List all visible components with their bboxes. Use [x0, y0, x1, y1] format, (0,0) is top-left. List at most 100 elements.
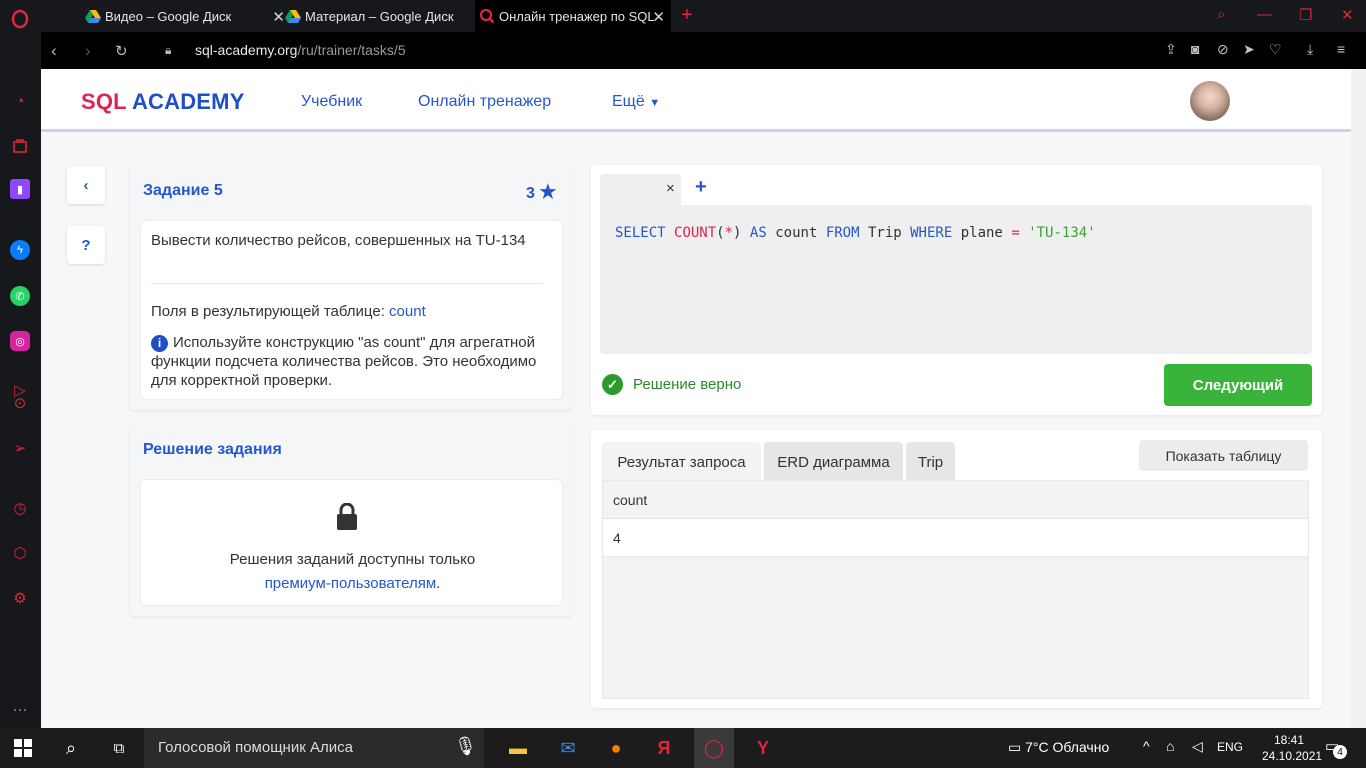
- clock[interactable]: 18:41 24.10.2021: [1262, 732, 1322, 764]
- whatsapp-icon[interactable]: ✆: [10, 286, 30, 306]
- speedometer-icon[interactable]: ◔: [9, 90, 31, 112]
- solution-card: Решение задания Решения заданий доступны…: [130, 425, 573, 616]
- send-page-icon[interactable]: ➤: [1243, 41, 1255, 58]
- task-hint: i Используйте конструкцию "as count" для …: [151, 333, 556, 390]
- weather-text: 7°C Облачно: [1025, 739, 1110, 755]
- premium-link[interactable]: премиум-пользователям: [265, 575, 436, 592]
- close-window-icon[interactable]: ✕: [1341, 6, 1354, 24]
- menu-icon[interactable]: ≡: [1337, 41, 1345, 57]
- tab-title: Онлайн тренажер по SQL: [499, 8, 655, 24]
- avatar[interactable]: [1190, 81, 1230, 121]
- reload-icon[interactable]: ↻: [115, 42, 128, 60]
- forward-icon[interactable]: ›: [85, 41, 91, 61]
- caret-down-icon: ▼: [649, 97, 661, 109]
- minimize-icon[interactable]: —: [1257, 6, 1272, 23]
- column-header: count: [613, 492, 648, 508]
- opera-taskbar-icon[interactable]: ◯: [694, 728, 734, 768]
- sql-editor[interactable]: SELECT COUNT(*) AS count FROM Trip WHERE…: [600, 205, 1312, 354]
- new-tab-button[interactable]: +: [681, 4, 693, 27]
- alice-search-box[interactable]: Голосовой помощник Алиса 🎙︎: [144, 728, 484, 768]
- code-token: Trip: [867, 225, 902, 241]
- stars-value: 3: [526, 185, 535, 202]
- mail-icon[interactable]: ✉: [555, 736, 581, 760]
- sql-code: SELECT COUNT(*) AS count FROM Trip WHERE…: [615, 225, 1096, 241]
- code-token: plane: [960, 225, 1003, 241]
- lock-icon: 🔒︎: [165, 43, 172, 57]
- instagram-icon[interactable]: ◎: [10, 331, 30, 351]
- tab-erd[interactable]: ERD диаграмма: [764, 442, 903, 482]
- web-page: SQL ACADEMY Учебник Онлайн тренажер Ещё …: [41, 69, 1351, 728]
- opera-menu-icon[interactable]: [9, 8, 31, 30]
- bag-icon[interactable]: [9, 134, 31, 156]
- task-description: Вывести количество рейсов, совершенных н…: [151, 232, 526, 249]
- url-path: /ru/trainer/tasks/5: [297, 42, 406, 58]
- adblock-icon[interactable]: ⊘: [1217, 41, 1229, 58]
- next-button[interactable]: Следующий: [1164, 364, 1312, 406]
- url-field[interactable]: sql-academy.org/ru/trainer/tasks/5: [195, 42, 406, 58]
- cube-icon[interactable]: ⬡: [9, 542, 31, 564]
- close-tab-icon[interactable]: ×: [666, 180, 675, 197]
- settings-icon[interactable]: ⚙: [9, 587, 31, 609]
- weather[interactable]: ▭ 7°C Облачно: [1008, 739, 1109, 756]
- language-indicator[interactable]: ENG: [1217, 740, 1243, 754]
- windows-start-icon[interactable]: [10, 736, 36, 760]
- more-icon[interactable]: ···: [9, 698, 31, 720]
- microphone-icon[interactable]: 🎙︎: [454, 736, 477, 757]
- tab-trip[interactable]: Trip: [906, 442, 955, 482]
- search-icon[interactable]: ⌕: [58, 736, 84, 760]
- volume-icon[interactable]: ◁: [1192, 738, 1203, 755]
- nav-more[interactable]: Ещё ▼: [612, 93, 660, 111]
- tab-query-result[interactable]: Результат запроса: [602, 442, 761, 482]
- notifications-icon[interactable]: ▭ 4: [1325, 737, 1347, 759]
- url-host: sql-academy.org: [195, 42, 298, 58]
- download-icon[interactable]: ⤓: [1307, 41, 1313, 58]
- tab-sql-trainer[interactable]: Онлайн тренажер по SQL ✕: [475, 0, 671, 32]
- tab-material-drive[interactable]: Материал – Google Диск ✕: [281, 0, 487, 32]
- stars-count: 3 ★: [526, 181, 556, 204]
- table-header: count: [603, 481, 1308, 519]
- tab-title: Материал – Google Диск: [305, 8, 454, 24]
- tab-video-drive[interactable]: Видео – Google Диск ✕: [81, 0, 285, 32]
- history-icon[interactable]: ◷: [9, 497, 31, 519]
- close-icon[interactable]: ✕: [652, 8, 665, 26]
- task-view-icon[interactable]: ⧉: [106, 736, 132, 760]
- file-explorer-icon[interactable]: ▬: [505, 736, 531, 760]
- code-token: COUNT: [674, 225, 717, 241]
- code-token: (: [716, 225, 725, 241]
- share-icon[interactable]: ⇪: [1165, 41, 1177, 58]
- status-text: Решение верно: [633, 376, 742, 393]
- yandex-browser-icon[interactable]: Я: [651, 736, 677, 760]
- opera-sidebar: ◔ ▮ ϟ ✆ ◎ ▷ ⊙ ➢ ◷ ⬡ ⚙ ···: [0, 0, 41, 728]
- add-tab-button[interactable]: +: [695, 176, 707, 199]
- twitch-icon[interactable]: ▮: [10, 179, 30, 199]
- solution-locked-box: Решения заданий доступны только премиум-…: [140, 479, 563, 606]
- tab-bar: Видео – Google Диск ✕ Материал – Google …: [41, 0, 1366, 32]
- table-cell: 4: [613, 530, 621, 546]
- result-fields: Поля в результирующей таблице: count: [151, 302, 426, 321]
- back-button[interactable]: ‹: [67, 166, 105, 204]
- nav-trainer[interactable]: Онлайн тренажер: [418, 93, 551, 111]
- yandex-icon[interactable]: Y: [750, 736, 776, 760]
- help-button[interactable]: ?: [67, 226, 105, 264]
- search-favicon-icon: [479, 8, 495, 24]
- heart-icon[interactable]: ♡: [1269, 41, 1282, 58]
- tab-title: Видео – Google Диск: [105, 8, 232, 24]
- logo-sql: SQL: [81, 89, 127, 114]
- messenger-icon[interactable]: ϟ: [10, 240, 30, 260]
- show-table-button[interactable]: Показать таблицу: [1139, 440, 1308, 471]
- network-icon[interactable]: ⌂: [1166, 738, 1174, 754]
- scrollbar[interactable]: [1351, 69, 1366, 728]
- logo[interactable]: SQL ACADEMY: [81, 89, 245, 115]
- locked-link-line: премиум-пользователям.: [141, 574, 564, 593]
- camera-icon[interactable]: ◙: [1191, 41, 1199, 57]
- editor-tab[interactable]: ×: [600, 174, 681, 206]
- info-icon: i: [151, 335, 168, 352]
- tray-chevron-icon[interactable]: ^: [1143, 738, 1150, 754]
- restore-icon[interactable]: ❐: [1299, 6, 1312, 24]
- search-tabs-icon[interactable]: ⌕: [1217, 6, 1225, 23]
- nav-textbook[interactable]: Учебник: [301, 93, 362, 111]
- back-icon[interactable]: ‹: [51, 41, 57, 61]
- send-icon[interactable]: ➢: [9, 437, 31, 459]
- play-circle-icon[interactable]: ⊙: [9, 392, 31, 414]
- firefox-icon[interactable]: ●: [603, 736, 629, 760]
